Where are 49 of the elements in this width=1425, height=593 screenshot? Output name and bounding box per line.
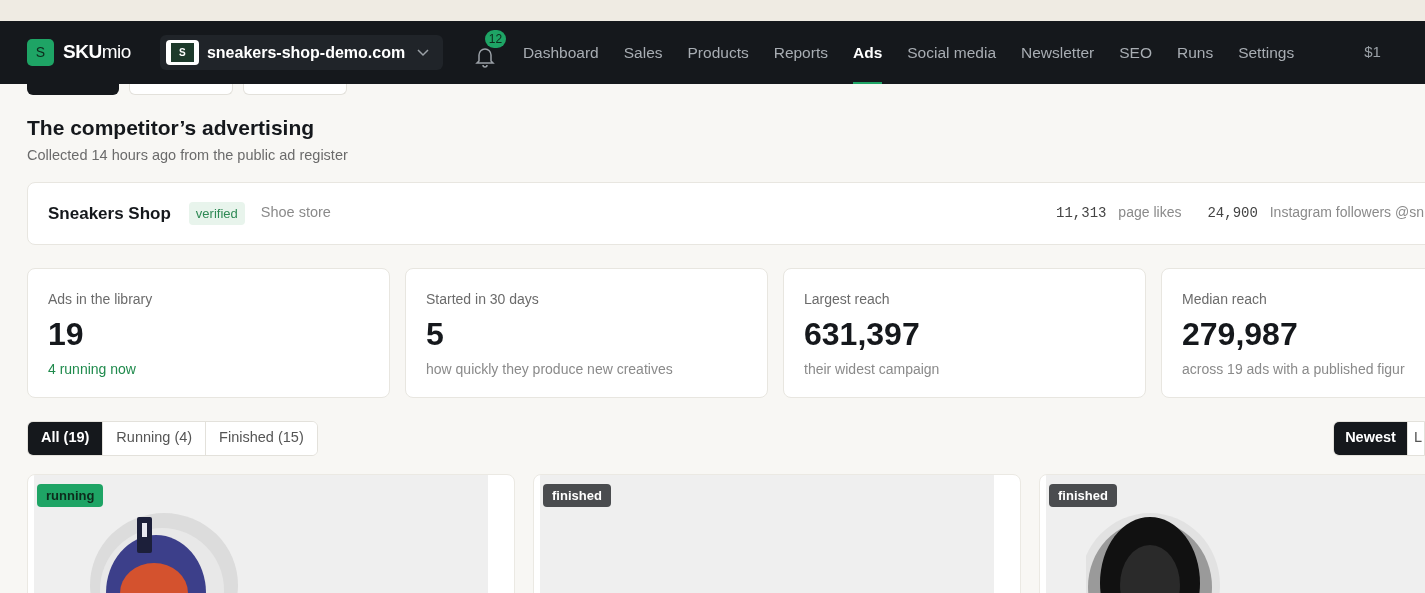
stat-value: 631,397: [804, 315, 921, 352]
filters-option[interactable]: All (19): [28, 421, 103, 455]
nav-link[interactable]: Runs: [1176, 21, 1214, 84]
filters-option[interactable]: Finished (15): [205, 421, 317, 455]
stat-label: Started in 30 days: [426, 289, 540, 309]
nav-link[interactable]: Reports: [773, 21, 828, 84]
page-title: The competitor’s advertising: [27, 115, 316, 141]
nav-link[interactable]: Products: [687, 21, 749, 84]
page-subtitle: Collected 14 hours ago from the public ad register: [27, 146, 349, 165]
verified-badge: verified: [188, 201, 245, 225]
nav-link[interactable]: Ads: [852, 21, 883, 84]
stat-note: how quickly they produce new creatives: [426, 359, 674, 379]
chevron-down-icon: [417, 48, 430, 57]
stat-value: 19: [48, 315, 85, 352]
status-badge: finished: [1049, 483, 1117, 507]
nav-link[interactable]: Social media: [907, 21, 996, 84]
nav-link[interactable]: Settings: [1238, 21, 1295, 84]
stat-label: Ads in the library: [48, 289, 154, 309]
nav-link[interactable]: SEO: [1119, 21, 1152, 84]
balance-text: $1: [1364, 42, 1381, 63]
stat-note: their widest campaign: [804, 359, 941, 379]
shop-icon: S: [165, 40, 199, 65]
nav-link[interactable]: Newsletter: [1021, 21, 1095, 84]
stat-label: Largest reach: [804, 289, 891, 309]
stat-value: 279,987: [1182, 315, 1299, 352]
stat-value: 5: [426, 315, 445, 352]
competitor-stat: 11,313 page likes: [1056, 203, 1182, 224]
ad-card[interactable]: finished: [533, 473, 1021, 593]
nav-link[interactable]: Sales: [623, 21, 663, 84]
tab-button[interactable]: [243, 84, 347, 95]
stat-note: across 19 ads with a published figur: [1182, 359, 1406, 379]
ad-card[interactable]: finished: [1039, 473, 1425, 593]
notification-count: 12: [484, 29, 506, 48]
status-badge: finished: [543, 483, 611, 507]
tab-button[interactable]: [129, 84, 233, 95]
competitor-name: Sneakers Shop: [48, 202, 171, 225]
competitor-category: Shoe store: [260, 203, 331, 223]
competitor-stat: 24,900 Instagram followers @sn: [1207, 203, 1424, 224]
stat-note: 4 running now: [48, 359, 137, 379]
sort-option[interactable]: Newest: [1334, 421, 1407, 455]
logo-icon: S: [27, 39, 54, 66]
ad-card[interactable]: running: [27, 473, 515, 593]
brand-name: SKUmio: [63, 40, 131, 65]
shop-switcher[interactable]: S sneakers-shop-demo.com: [159, 35, 443, 70]
tab-button[interactable]: [27, 84, 119, 95]
stat-label: Median reach: [1182, 289, 1268, 309]
notification-bell-icon[interactable]: [474, 45, 495, 68]
status-badge: running: [37, 483, 104, 507]
nav-link[interactable]: Dashboard: [522, 21, 599, 84]
